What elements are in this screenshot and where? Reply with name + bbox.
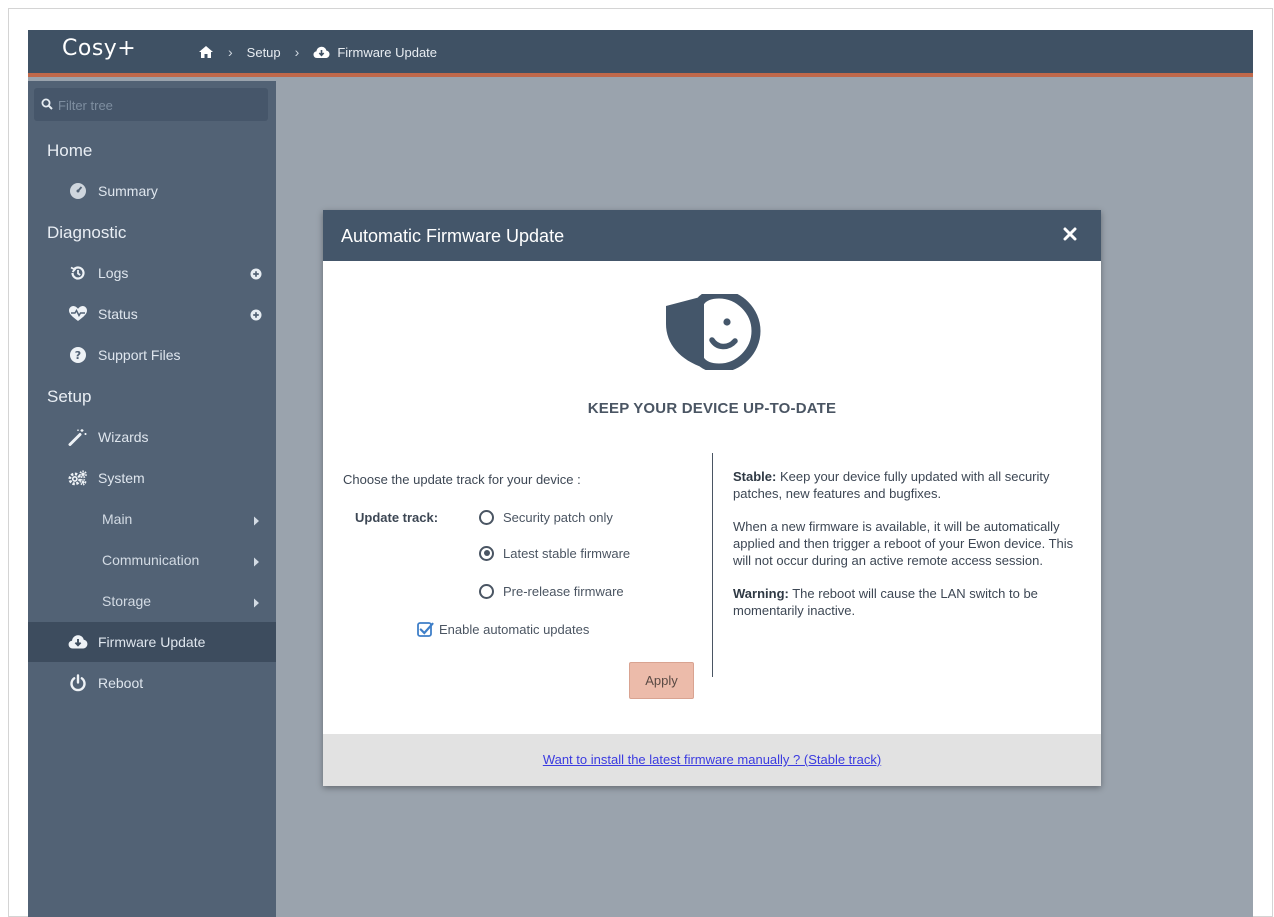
- svg-text:?: ?: [75, 349, 81, 362]
- sidebar-item-storage[interactable]: Storage: [28, 581, 276, 621]
- divider: [712, 453, 713, 677]
- expand-plus-icon[interactable]: [250, 308, 262, 324]
- checkbox-label: Enable automatic updates: [439, 621, 590, 637]
- breadcrumb-separator: ›: [294, 44, 300, 60]
- dashboard-icon: [68, 181, 88, 201]
- stable-title: Stable:: [733, 469, 777, 484]
- breadcrumb-current: Firmware Update: [337, 44, 438, 60]
- auto-apply-info: When a new firmware is available, it wil…: [733, 519, 1074, 568]
- search-icon: [41, 97, 53, 115]
- close-icon[interactable]: [1063, 227, 1081, 245]
- caret-right-icon: [253, 554, 260, 570]
- caret-right-icon: [253, 595, 260, 611]
- sidebar-item-label: Wizards: [98, 429, 149, 445]
- checkbox-checked-icon[interactable]: [417, 621, 434, 637]
- sidebar-item-label: Firmware Update: [98, 634, 206, 650]
- breadcrumb-separator: ›: [228, 44, 233, 60]
- radio-pre-release[interactable]: Pre-release firmware: [479, 581, 624, 601]
- dialog-heading: KEEP YOUR DEVICE UP-TO-DATE: [587, 400, 837, 417]
- section-home: Home: [47, 141, 93, 160]
- sidebar-item-system[interactable]: System: [28, 458, 276, 498]
- radio-latest-stable[interactable]: Latest stable firmware: [479, 543, 630, 563]
- top-bar: Cosy+ › Setup › Firmware Update: [28, 30, 1253, 77]
- question-circle-icon: ?: [68, 345, 88, 365]
- sidebar-item-firmware-update[interactable]: Firmware Update: [28, 622, 276, 662]
- section-diagnostic: Diagnostic: [47, 223, 127, 242]
- warning-info: Warning: The reboot will cause the LAN s…: [733, 585, 1085, 619]
- sidebar-item-label: Support Files: [98, 347, 181, 363]
- sidebar-item-main[interactable]: Main: [28, 499, 276, 539]
- sidebar-item-status[interactable]: Status: [28, 294, 276, 334]
- heartbeat-icon: [68, 304, 88, 324]
- home-icon[interactable]: [198, 45, 214, 59]
- breadcrumb: › Setup › Firmware Update: [198, 44, 437, 60]
- filter-tree: [34, 88, 268, 121]
- sidebar-item-label: Main: [102, 511, 133, 527]
- update-track-label: Update track:: [355, 510, 439, 525]
- track-info: Stable: Keep your device fully updated w…: [733, 468, 1085, 635]
- sidebar-item-wizards[interactable]: Wizards: [28, 417, 276, 457]
- cloud-download-icon: [68, 632, 88, 652]
- radio-icon[interactable]: [479, 509, 494, 525]
- sidebar-item-label: Status: [98, 306, 138, 322]
- dialog-title: Automatic Firmware Update: [341, 226, 565, 246]
- shield-smile-logo-icon: [664, 289, 762, 375]
- expand-plus-icon[interactable]: [250, 267, 262, 283]
- sidebar-item-label: Reboot: [98, 675, 144, 691]
- dialog-header: Automatic Firmware Update: [323, 210, 1101, 261]
- brand-logo[interactable]: Cosy+: [62, 36, 136, 61]
- breadcrumb-setup[interactable]: Setup: [247, 45, 281, 60]
- radio-security-patch[interactable]: Security patch only: [479, 507, 613, 527]
- sidebar-item-label: Communication: [102, 552, 200, 568]
- section-setup: Setup: [47, 387, 92, 406]
- radio-selected-icon[interactable]: [479, 545, 494, 561]
- sidebar-item-logs[interactable]: Logs: [28, 253, 276, 293]
- sidebar: Home Summary Diagnostic Logs Status: [28, 81, 276, 917]
- sidebar-item-label: System: [98, 470, 145, 486]
- gears-icon: [68, 468, 88, 488]
- dialog-footer: Want to install the latest firmware manu…: [323, 734, 1101, 786]
- choose-track-text: Choose the update track for your device …: [343, 472, 581, 487]
- sidebar-item-communication[interactable]: Communication: [28, 540, 276, 580]
- sidebar-item-support-files[interactable]: ? Support Files: [28, 335, 276, 375]
- sidebar-item-label: Logs: [98, 265, 129, 281]
- firmware-update-dialog: Automatic Firmware Update KEEP YOUR DEVI…: [323, 210, 1101, 786]
- sidebar-item-label: Storage: [102, 593, 152, 609]
- radio-label: Pre-release firmware: [503, 583, 624, 599]
- stable-info: Stable: Keep your device fully updated w…: [733, 468, 1085, 502]
- warning-title: Warning:: [733, 586, 789, 601]
- magic-wand-icon: [68, 427, 88, 447]
- sidebar-item-summary[interactable]: Summary: [28, 171, 276, 211]
- radio-icon[interactable]: [479, 583, 494, 599]
- filter-tree-input[interactable]: [58, 96, 258, 114]
- history-icon: [68, 263, 88, 283]
- cloud-download-icon: [313, 46, 330, 59]
- stable-text: Keep your device fully updated with all …: [733, 469, 1050, 501]
- caret-right-icon: [253, 513, 260, 529]
- radio-label: Security patch only: [503, 509, 613, 525]
- power-icon: [68, 673, 88, 693]
- enable-auto-updates-checkbox[interactable]: Enable automatic updates: [417, 621, 589, 637]
- sidebar-item-label: Summary: [98, 183, 158, 199]
- apply-button[interactable]: Apply: [629, 662, 694, 699]
- manual-install-link[interactable]: Want to install the latest firmware manu…: [543, 752, 881, 767]
- sidebar-item-reboot[interactable]: Reboot: [28, 663, 276, 703]
- radio-label: Latest stable firmware: [503, 545, 631, 561]
